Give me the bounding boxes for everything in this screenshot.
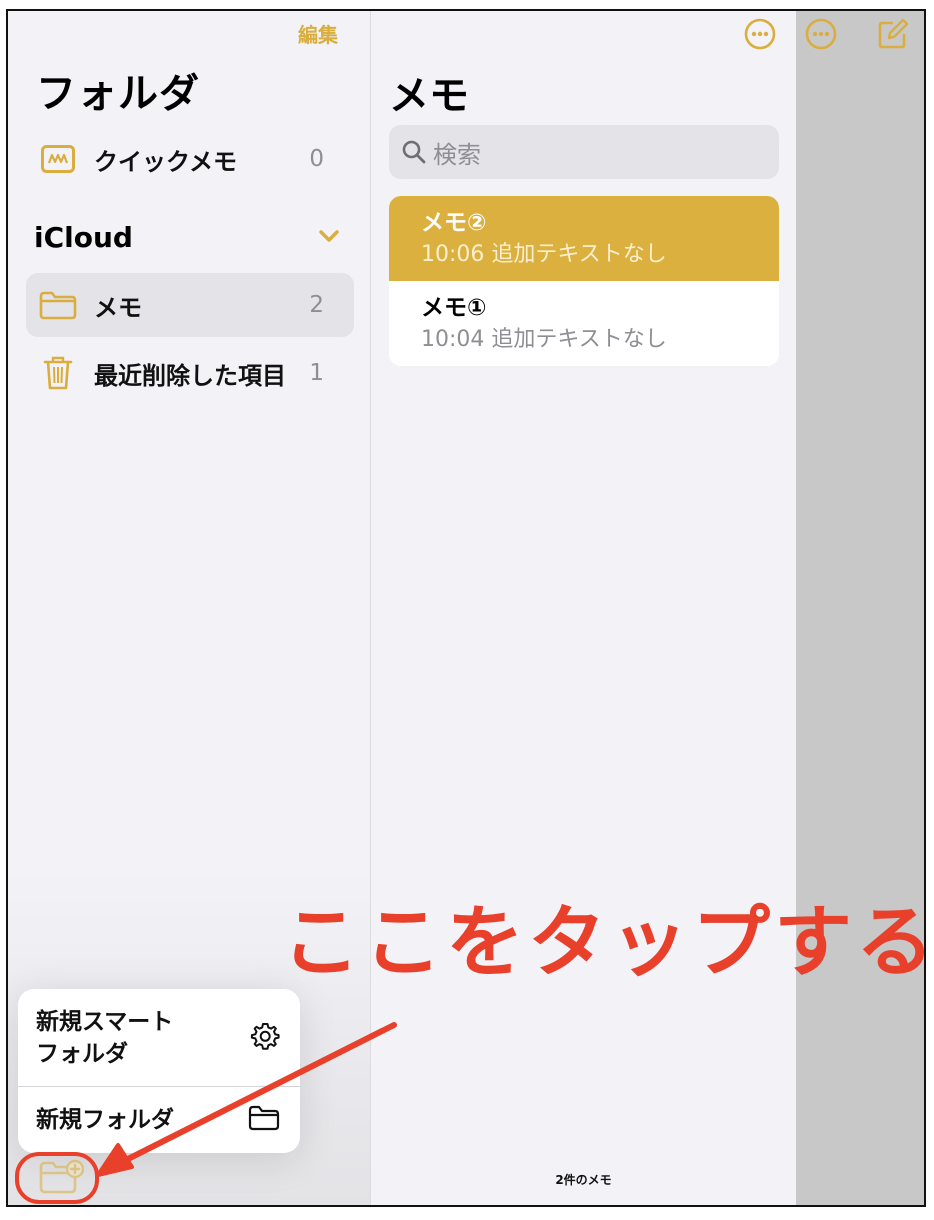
quick-note-icon bbox=[38, 139, 78, 179]
note-time: 10:06 bbox=[421, 242, 485, 267]
note-title: メモ① bbox=[421, 295, 487, 321]
ellipsis-circle-icon[interactable] bbox=[804, 17, 838, 51]
note-list-column: メモ 検索 メモ② 10:06 追加テキストなし メモ① 10:04 追加テキス… bbox=[371, 11, 796, 1205]
folder-item-memo[interactable]: メモ 2 bbox=[26, 273, 354, 337]
menu-item-new-folder[interactable]: 新規フォルダ bbox=[18, 1089, 300, 1151]
folder-count: 0 bbox=[309, 146, 324, 172]
note-time: 10:04 bbox=[421, 327, 485, 352]
editor-pane bbox=[796, 11, 924, 1205]
folder-item-recently-deleted[interactable]: 最近削除した項目 1 bbox=[26, 341, 354, 405]
search-placeholder: 検索 bbox=[433, 140, 481, 169]
search-icon bbox=[401, 139, 427, 165]
note-list-title: メモ bbox=[389, 73, 469, 119]
folder-icon bbox=[248, 1105, 280, 1135]
folder-item-quick-note[interactable]: クイックメモ 0 bbox=[26, 127, 354, 191]
trash-icon bbox=[38, 353, 78, 393]
note-item-memo-1[interactable]: メモ① 10:04 追加テキストなし bbox=[389, 281, 779, 366]
folder-count: 2 bbox=[309, 292, 324, 318]
edit-button[interactable]: 編集 bbox=[298, 19, 338, 48]
icloud-section-header[interactable]: iCloud bbox=[34, 217, 354, 257]
notes-card: メモ② 10:06 追加テキストなし メモ① 10:04 追加テキストなし bbox=[389, 196, 779, 366]
highlight-ring bbox=[15, 1152, 99, 1204]
section-label: iCloud bbox=[34, 220, 133, 254]
folder-label: メモ bbox=[94, 293, 142, 322]
sidebar-title: フォルダ bbox=[36, 71, 200, 117]
note-item-memo-2[interactable]: メモ② 10:06 追加テキストなし bbox=[389, 196, 779, 281]
ellipsis-circle-icon[interactable] bbox=[743, 17, 777, 51]
compose-icon[interactable] bbox=[876, 17, 910, 51]
folder-count: 1 bbox=[309, 360, 324, 386]
menu-divider bbox=[18, 1086, 300, 1087]
ipad-notes-window: 編集 フォルダ クイックメモ 0 iCloud メモ 2 最近削除した項目 1 … bbox=[6, 9, 926, 1207]
note-subtitle: 10:04 追加テキストなし bbox=[421, 323, 779, 357]
chevron-down-icon bbox=[318, 228, 340, 247]
note-preview: 追加テキストなし bbox=[491, 327, 667, 352]
search-input[interactable]: 検索 bbox=[389, 125, 779, 179]
gear-icon bbox=[250, 1021, 280, 1055]
folders-sidebar: 編集 フォルダ クイックメモ 0 iCloud メモ 2 最近削除した項目 1 … bbox=[8, 11, 371, 1205]
folder-label: 最近削除した項目 bbox=[94, 361, 286, 390]
new-folder-menu: 新規スマート フォルダ 新規フォルダ bbox=[18, 989, 300, 1153]
note-title: メモ② bbox=[421, 210, 487, 236]
note-count-label: 2件のメモ bbox=[555, 1173, 612, 1187]
menu-item-new-smart-folder[interactable]: 新規スマート フォルダ bbox=[18, 1003, 300, 1073]
menu-item-label: 新規フォルダ bbox=[36, 1107, 174, 1133]
folder-label: クイックメモ bbox=[94, 147, 238, 176]
note-preview: 追加テキストなし bbox=[491, 242, 667, 267]
note-subtitle: 10:06 追加テキストなし bbox=[421, 238, 779, 272]
menu-item-label: 新規スマート フォルダ bbox=[36, 1009, 174, 1067]
annotation-text: ここをタップする bbox=[282, 898, 934, 988]
folder-icon bbox=[38, 285, 78, 325]
